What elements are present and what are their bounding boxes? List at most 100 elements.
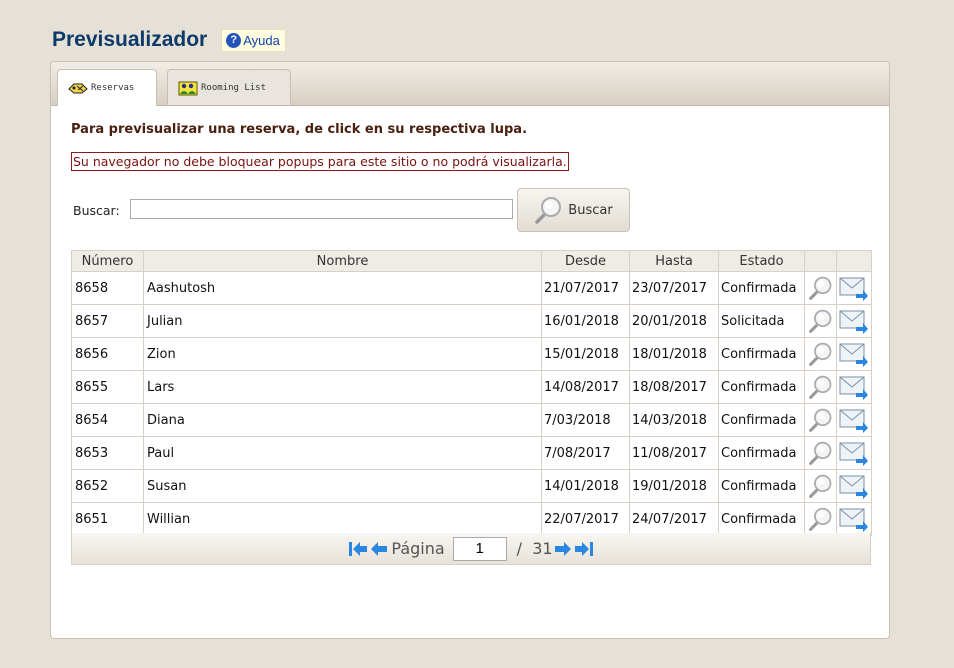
email-button[interactable] (839, 473, 869, 499)
cell-estado: Confirmada (718, 502, 805, 536)
cell-estado: Confirmada (718, 436, 805, 470)
cell-numero: 8658 (71, 271, 144, 305)
page-total: / 31 (516, 539, 553, 558)
cell-estado: Solicitada (718, 304, 805, 338)
magnifier-icon (808, 408, 831, 432)
view-button[interactable] (808, 341, 834, 367)
main-panel: Reservas Rooming List Para previsualizar… (50, 61, 890, 639)
cell-numero: 8652 (71, 469, 144, 503)
cell-desde: 7/08/2017 (541, 436, 630, 470)
view-button[interactable] (808, 275, 834, 301)
column-header (804, 250, 837, 272)
next-page-button[interactable] (554, 540, 572, 558)
cell-view (804, 403, 837, 437)
table-body: 8658 Aashutosh 21/07/2017 23/07/2017 Confirm… (71, 271, 872, 536)
prev-page-button[interactable] (370, 540, 388, 558)
email-send-icon (839, 310, 868, 334)
reservas-icon (68, 83, 88, 94)
view-button[interactable] (808, 407, 834, 433)
cell-hasta: 19/01/2018 (629, 469, 719, 503)
cell-email (836, 502, 872, 536)
last-page-button[interactable] (574, 540, 594, 558)
email-button[interactable] (839, 374, 869, 400)
page-number-input[interactable] (452, 536, 507, 561)
cell-nombre: Willian (143, 502, 542, 536)
cell-numero: 8654 (71, 403, 144, 437)
cell-estado: Confirmada (718, 403, 805, 437)
cell-view (804, 502, 837, 536)
first-page-button[interactable] (348, 540, 368, 558)
email-send-icon (839, 376, 868, 400)
view-button[interactable] (808, 374, 834, 400)
view-button[interactable] (808, 440, 834, 466)
cell-hasta: 18/01/2018 (629, 337, 719, 371)
view-button[interactable] (808, 308, 834, 334)
cell-email (836, 337, 872, 371)
cell-estado: Confirmada (718, 370, 805, 404)
help-link[interactable]: ? Ayuda (221, 28, 286, 52)
pager: Página / 31 (71, 533, 871, 565)
cell-desde: 7/03/2018 (541, 403, 630, 437)
cell-estado: Confirmada (718, 337, 805, 371)
cell-email (836, 469, 872, 503)
tab-rooming-list[interactable]: Rooming List (167, 69, 291, 105)
magnifier-icon (808, 441, 831, 465)
tab-reservas[interactable]: Reservas (57, 69, 157, 106)
email-button[interactable] (839, 308, 869, 334)
column-header[interactable]: Hasta (629, 250, 719, 272)
instructions-text: Para previsualizar una reserva, de click… (71, 122, 528, 137)
cell-estado: Confirmada (718, 271, 805, 305)
cell-nombre: Zion (143, 337, 542, 371)
cell-desde: 22/07/2017 (541, 502, 630, 536)
table-row: 8652 Susan 14/01/2018 19/01/2018 Confirmada (71, 469, 872, 503)
email-button[interactable] (839, 407, 869, 433)
column-header[interactable]: Número (71, 250, 144, 272)
tab-bar: Reservas Rooming List (51, 62, 889, 106)
tab-reservas-label: Reservas (91, 83, 135, 93)
magnifier-icon (808, 375, 831, 399)
cell-hasta: 18/08/2017 (629, 370, 719, 404)
table-row: 8655 Lars 14/08/2017 18/08/2017 Confirmada (71, 370, 872, 404)
cell-hasta: 14/03/2018 (629, 403, 719, 437)
magnifier-icon (808, 474, 831, 498)
rooming-list-icon (178, 81, 198, 95)
email-send-icon (839, 343, 868, 367)
table-row: 8653 Paul 7/08/2017 11/08/2017 Confirmada (71, 436, 872, 470)
email-send-icon (839, 508, 868, 532)
email-button[interactable] (839, 341, 869, 367)
search-input[interactable] (130, 199, 513, 219)
cell-nombre: Lars (143, 370, 542, 404)
cell-hasta: 23/07/2017 (629, 271, 719, 305)
cell-view (804, 304, 837, 338)
view-button[interactable] (808, 473, 834, 499)
table-row: 8656 Zion 15/01/2018 18/01/2018 Confirmada (71, 337, 872, 371)
cell-numero: 8651 (71, 502, 144, 536)
email-button[interactable] (839, 440, 869, 466)
cell-estado: Confirmada (718, 469, 805, 503)
table-row: 8657 Julian 16/01/2018 20/01/2018 Solicitada (71, 304, 872, 338)
column-header[interactable]: Desde (541, 250, 630, 272)
cell-view (804, 436, 837, 470)
table-row: 8651 Willian 22/07/2017 24/07/2017 Confirmad… (71, 502, 872, 536)
cell-view (804, 370, 837, 404)
view-button[interactable] (808, 506, 834, 532)
email-button[interactable] (839, 506, 869, 532)
table-row: 8658 Aashutosh 21/07/2017 23/07/2017 Confirm… (71, 271, 872, 305)
table-row: 8654 Diana 7/03/2018 14/03/2018 Confirmada (71, 403, 872, 437)
email-send-icon (839, 409, 868, 433)
cell-numero: 8655 (71, 370, 144, 404)
cell-email (836, 436, 872, 470)
search-button[interactable]: Buscar (517, 188, 630, 232)
cell-nombre: Paul (143, 436, 542, 470)
search-label: Buscar: (73, 203, 120, 218)
email-button[interactable] (839, 275, 869, 301)
column-header[interactable]: Estado (718, 250, 805, 272)
column-header[interactable]: Nombre (143, 250, 542, 272)
prev-page-icon (371, 541, 388, 556)
popup-warning: Su navegador no debe bloquear popups par… (71, 152, 569, 171)
cell-nombre: Aashutosh (143, 271, 542, 305)
page-label: Página (391, 539, 445, 558)
last-page-icon (574, 541, 593, 556)
table-header-row: Número Nombre Desde Hasta Estado (71, 250, 872, 272)
search-button-label: Buscar (568, 202, 613, 218)
